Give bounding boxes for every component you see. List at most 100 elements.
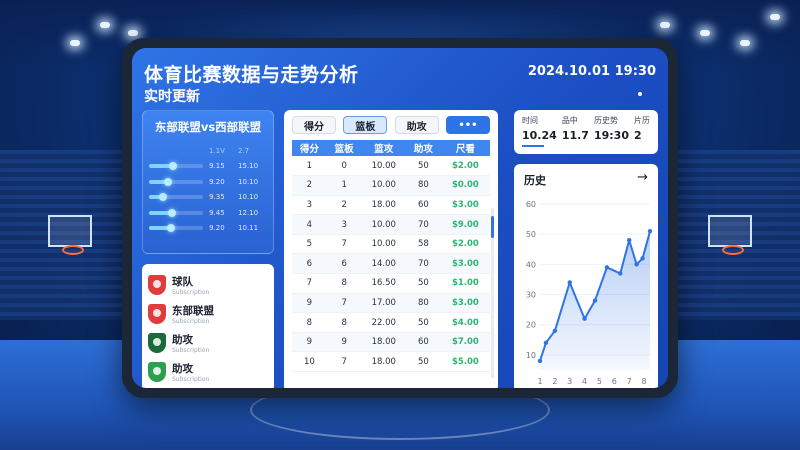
matchup-value-b: 10.10 <box>238 177 259 186</box>
table-cell: 1 <box>326 175 362 196</box>
table-row[interactable]: 9 7 17.00 80 $3.00 <box>292 293 490 314</box>
table-cell: 8 <box>292 312 327 333</box>
column-header[interactable]: 尺看 <box>440 140 490 156</box>
data-point <box>537 358 543 364</box>
table-row[interactable]: 4 3 10.00 70 $9.00 <box>292 214 490 235</box>
scrollbar-thumb[interactable] <box>491 216 494 238</box>
table-cell: $3.00 <box>440 195 490 216</box>
data-point <box>640 256 645 261</box>
stat-label: 时间 <box>522 116 538 125</box>
matchup-header-row: 1.1V 2.7 <box>149 143 267 159</box>
matchup-progress-bar <box>149 193 204 202</box>
table-cell: 6 <box>292 253 327 275</box>
progress-handle <box>169 162 178 171</box>
tab-points[interactable]: 得分 <box>292 116 336 134</box>
matchup-col-b: 2.7 <box>237 146 250 155</box>
table-cell: 80 <box>406 293 441 314</box>
data-point <box>618 271 623 276</box>
stadium-light <box>770 14 780 20</box>
matchup-value-a: 9.15 <box>209 162 225 171</box>
table-header-row: 得分 篮板 篮攻 助攻 尺看 <box>292 140 490 156</box>
stat-label: 品中 <box>561 116 578 125</box>
legend-item[interactable]: 球队 Subscription <box>148 270 268 299</box>
matchup-card[interactable]: 东部联盟vs西部联盟 1.1V 2.7 9.15 15.10 9.20 10.10 9.… <box>142 110 274 254</box>
matchup-title: 东部联盟vs西部联盟 <box>154 120 262 134</box>
table-cell: 80 <box>406 175 441 196</box>
legend-item[interactable]: 助攻 Subscription <box>148 357 268 386</box>
table-cell: 14.00 <box>361 253 407 275</box>
table-cell: $9.00 <box>440 214 490 235</box>
table-cell: 10.00 <box>361 156 407 177</box>
table-cell: 3 <box>292 195 327 216</box>
column-header[interactable]: 篮攻 <box>361 140 407 156</box>
table-cell: 4 <box>292 214 327 235</box>
legend-subtitle: Subscription <box>172 288 210 296</box>
table-cell: 0 <box>326 156 362 177</box>
summary-stat: 历史势 19:30 <box>594 115 629 149</box>
matchup-value-b: 12.10 <box>238 208 259 217</box>
stat-value: 19:30 <box>593 129 629 142</box>
table-row[interactable]: 1 0 10.00 50 $2.00 <box>292 156 490 177</box>
stadium-light <box>740 40 750 46</box>
table-row[interactable]: 2 1 10.00 80 $0.00 <box>292 175 490 196</box>
table-row[interactable]: 8 8 22.00 50 $4.00 <box>292 312 490 333</box>
table-cell: 70 <box>406 253 441 275</box>
data-point <box>552 328 558 333</box>
matchup-col-a: 1.1V <box>208 146 225 155</box>
summary-stat: 品中 11.7 <box>562 115 589 149</box>
table-row[interactable]: 3 2 18.00 60 $3.00 <box>292 195 490 216</box>
matchup-row: 9.20 10.10 <box>149 174 267 190</box>
y-tick-label: 60 <box>526 200 536 209</box>
legend-item[interactable]: 助攻 Subscription <box>148 328 268 357</box>
table-cell: 50 <box>406 156 441 177</box>
table-cell: 58 <box>406 234 441 255</box>
legend-subtitle: Subscription <box>172 317 210 325</box>
legend-item[interactable]: 东部联盟 Subscription <box>148 299 268 328</box>
data-point <box>647 228 653 234</box>
page-subtitle: 实时更新 <box>144 89 200 105</box>
legend-subtitle: Subscription <box>172 375 210 383</box>
table-cell: 60 <box>406 332 441 353</box>
table-cell: $1.00 <box>440 273 490 294</box>
table-row[interactable]: 7 8 16.50 50 $1.00 <box>292 273 490 294</box>
tablet-frame: 体育比赛数据与走势分析 实时更新 2024.10.01 19:30 东部联盟vs… <box>122 38 678 398</box>
table-cell: 7 <box>326 351 362 373</box>
team-shield-icon <box>148 274 166 295</box>
data-point <box>626 238 632 243</box>
matchup-progress-bar <box>149 177 204 186</box>
progress-handle <box>158 193 167 202</box>
table-cell: $3.00 <box>440 293 490 314</box>
history-chart-card: 历史 → 10 20 30 40 50 60 1 2 3 4 5 6 7 8 <box>514 164 658 388</box>
table-row[interactable]: 5 7 10.00 58 $2.00 <box>292 234 490 255</box>
table-scrollbar[interactable] <box>491 208 494 378</box>
table-cell: 7 <box>292 273 327 294</box>
stadium-light <box>128 30 138 36</box>
table-cell: 50 <box>406 312 441 333</box>
data-point <box>634 262 639 267</box>
table-row[interactable]: 10 7 18.00 50 $5.00 <box>292 351 490 373</box>
table-row[interactable]: 6 6 14.00 70 $3.00 <box>292 253 490 275</box>
stat-label: 片历 <box>634 116 650 125</box>
legend-name: 助攻 <box>172 333 193 346</box>
matchup-progress-bar <box>149 162 204 171</box>
table-cell: $4.00 <box>440 312 490 333</box>
table-cell: $5.00 <box>440 351 490 373</box>
y-tick-label: 20 <box>526 321 536 330</box>
column-header[interactable]: 助攻 <box>406 140 441 156</box>
y-tick-label: 40 <box>526 260 536 269</box>
matchup-row: 9.45 12.10 <box>149 205 267 221</box>
table-row[interactable]: 9 9 18.00 60 $7.00 <box>292 332 490 353</box>
column-header[interactable]: 篮板 <box>326 140 362 156</box>
stat-tabs: 得分 篮板 助攻 ••• <box>292 116 490 134</box>
matchup-value-b: 10.11 <box>238 224 259 233</box>
table-cell: 60 <box>406 195 441 216</box>
table-cell: 1 <box>292 156 327 177</box>
table-cell: 8 <box>326 312 362 333</box>
more-options-button[interactable]: ••• <box>445 116 490 134</box>
table-cell: 16.50 <box>361 273 407 294</box>
y-tick-label: 50 <box>526 230 536 239</box>
tab-rebounds[interactable]: 篮板 <box>343 116 388 134</box>
column-header[interactable]: 得分 <box>292 140 327 156</box>
tab-assists[interactable]: 助攻 <box>394 116 439 134</box>
y-tick-label: 30 <box>526 291 536 300</box>
